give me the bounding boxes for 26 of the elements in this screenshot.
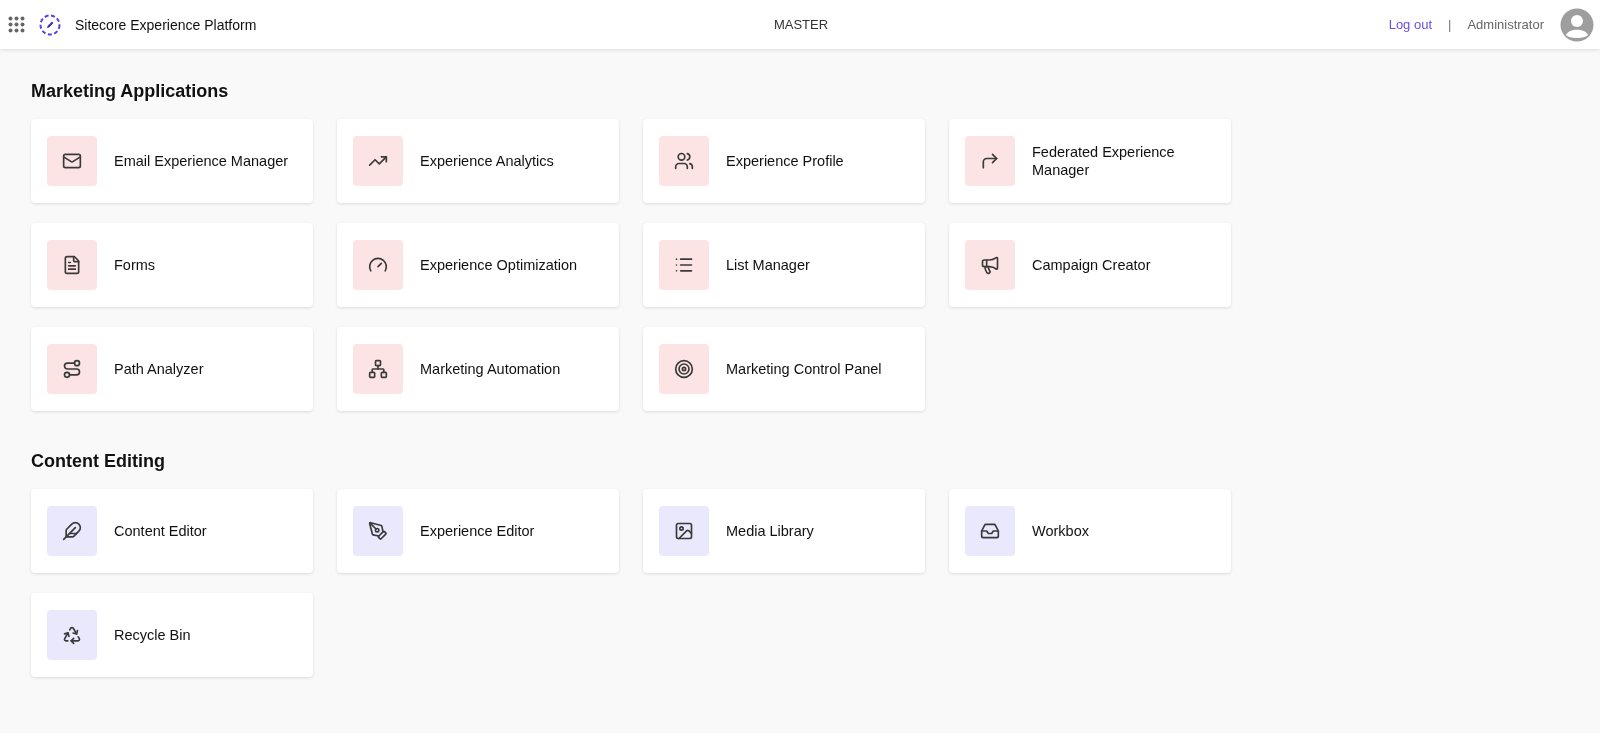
app-tile[interactable]: Experience Profile bbox=[643, 119, 925, 203]
app-tile[interactable]: Path Analyzer bbox=[31, 327, 313, 411]
app-tile[interactable]: Marketing Control Panel bbox=[643, 327, 925, 411]
avatar-icon[interactable] bbox=[1560, 7, 1594, 42]
user-name: Administrator bbox=[1467, 17, 1544, 32]
app-grid-icon[interactable] bbox=[8, 16, 25, 33]
app-title: Sitecore Experience Platform bbox=[75, 16, 257, 33]
app-tile[interactable]: List Manager bbox=[643, 223, 925, 307]
app-tile[interactable]: Federated Experience Manager bbox=[949, 119, 1231, 203]
app-tile[interactable]: Workbox bbox=[949, 489, 1231, 573]
app-tile[interactable]: Experience Editor bbox=[337, 489, 619, 573]
separator: | bbox=[1448, 17, 1452, 32]
app-tile[interactable]: Campaign Creator bbox=[949, 223, 1231, 307]
database-name: MASTER bbox=[773, 17, 829, 32]
app-tile[interactable]: Media Library bbox=[643, 489, 925, 573]
app-tile[interactable]: Content Editor bbox=[31, 489, 313, 573]
app-tile[interactable]: Recycle Bin bbox=[31, 593, 313, 677]
app-tile[interactable]: Experience Optimization bbox=[337, 223, 619, 307]
logo-icon bbox=[39, 13, 61, 36]
app-tile[interactable]: Marketing Automation bbox=[337, 327, 619, 411]
section-title: Content Editing bbox=[31, 451, 166, 472]
app-tile[interactable]: Email Experience Manager bbox=[31, 119, 313, 203]
app-tile[interactable]: Forms bbox=[31, 223, 313, 307]
section-title: Marketing Applications bbox=[31, 81, 230, 102]
app-tile[interactable]: Experience Analytics bbox=[337, 119, 619, 203]
logout-link[interactable]: Log out bbox=[1388, 17, 1433, 32]
